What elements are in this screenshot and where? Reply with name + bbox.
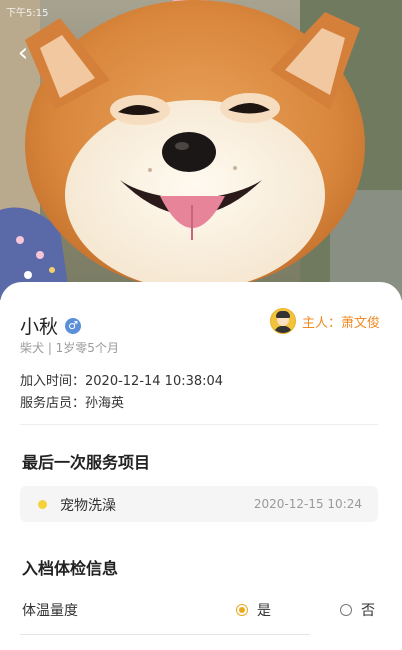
pet-photo: 下午5:15 ‹ (0, 0, 402, 300)
radio-unselected-icon (340, 604, 352, 616)
owner-label: 主人：萧文俊 (301, 315, 380, 331)
checkup-title: 入档体检信息 (22, 559, 119, 578)
radio-yes-label: 是 (257, 603, 271, 619)
radio-selected-icon (236, 604, 248, 616)
service-time: 2020-12-15 10:24 (253, 497, 362, 511)
last-service-item[interactable]: 宠物洗澡 2020-12-15 10:24 (20, 486, 378, 522)
last-service-title: 最后一次服务项目 (22, 453, 151, 472)
back-icon[interactable]: ‹ (10, 38, 36, 68)
owner-info[interactable]: 主人：萧文俊 (269, 308, 380, 334)
service-staff: 服务店员：孙海英 (20, 396, 125, 411)
owner-avatar-icon (269, 308, 296, 334)
pet-breed-age: 柴犬 | 1岁零5个月 (20, 341, 119, 355)
shiba-dog-image (0, 0, 402, 300)
service-dot-icon (38, 500, 47, 509)
join-time: 加入时间：2020-12-14 10:38:04 (20, 374, 224, 389)
temperature-label: 体温量度 (22, 603, 78, 619)
status-bar-time: 下午5:15 (6, 8, 49, 19)
service-name: 宠物洗澡 (60, 498, 116, 514)
radio-no[interactable]: 否 (340, 600, 375, 620)
radio-yes[interactable]: 是 (236, 600, 271, 620)
bottom-divider (20, 634, 310, 635)
pet-name-row: 小秋 ♂ (20, 312, 82, 339)
radio-no-label: 否 (361, 603, 375, 619)
male-icon: ♂ (65, 317, 82, 334)
pet-name: 小秋 (20, 316, 59, 338)
divider (20, 424, 378, 425)
pet-info-card: 小秋 ♂ 柴犬 | 1岁零5个月 主人：萧文俊 加入时间：2020-12-14 … (0, 282, 402, 650)
